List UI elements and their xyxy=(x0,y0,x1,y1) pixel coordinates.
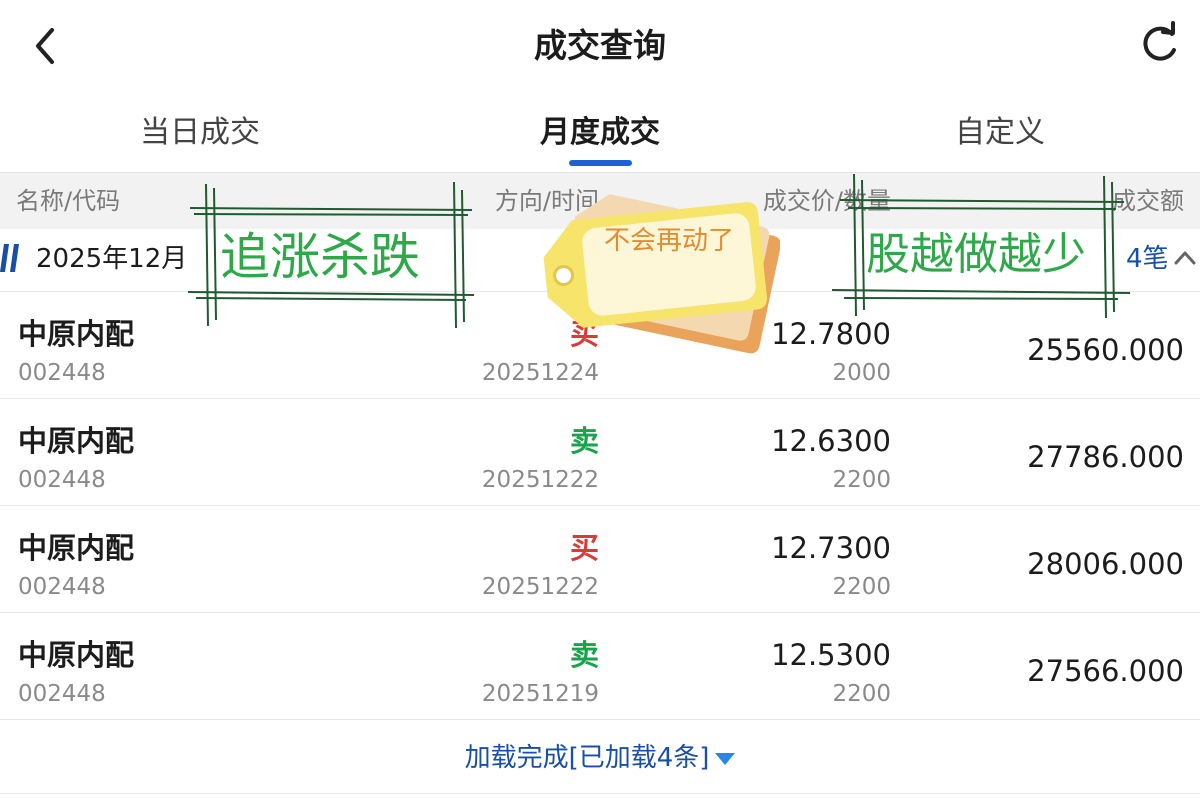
load-status-text: 加载完成[已加载4条] xyxy=(464,743,710,773)
trade-direction: 卖 xyxy=(569,424,599,458)
stock-code: 002448 xyxy=(18,360,106,386)
stock-name: 中原内配 xyxy=(18,531,135,565)
trade-quantity: 2200 xyxy=(832,467,891,493)
stock-code: 002448 xyxy=(18,574,106,600)
trade-row[interactable]: 中原内配 002448 买 20251222 12.7300 2200 2800… xyxy=(0,505,1200,613)
divider xyxy=(0,793,1200,794)
divider xyxy=(0,719,1200,720)
trade-price: 12.6300 xyxy=(771,424,891,458)
refresh-button[interactable] xyxy=(1130,20,1186,72)
column-price: 成交价/数量 xyxy=(762,187,891,215)
trade-quantity: 2200 xyxy=(832,681,891,707)
sticker-left-text: 追涨杀跌 xyxy=(220,228,420,286)
trade-price: 12.7300 xyxy=(771,531,891,565)
tab-custom[interactable]: 自定义 xyxy=(900,110,1100,156)
trade-date: 20251222 xyxy=(481,467,599,493)
trade-amount: 28006.000 xyxy=(1027,547,1184,581)
trade-quantity: 2000 xyxy=(832,360,891,386)
trade-date: 20251222 xyxy=(481,574,599,600)
trade-direction: 卖 xyxy=(569,638,599,672)
tab-today[interactable]: 当日成交 xyxy=(100,110,300,156)
tab-monthly[interactable]: 月度成交 xyxy=(500,110,700,156)
trade-quantity: 2200 xyxy=(832,574,891,600)
sticker-right-text: 股越做越少 xyxy=(866,229,1086,280)
trade-direction: 买 xyxy=(569,531,599,565)
trade-price: 12.7800 xyxy=(771,317,891,351)
stock-code: 002448 xyxy=(18,681,106,707)
trade-row[interactable]: 中原内配 002448 卖 20251219 12.5300 2200 2756… xyxy=(0,612,1200,720)
active-tab-indicator xyxy=(569,160,632,166)
trade-row[interactable]: 中原内配 002448 买 20251224 12.7800 2000 2556… xyxy=(0,291,1200,399)
load-status[interactable]: 加载完成[已加载4条] xyxy=(0,736,1200,780)
stock-name: 中原内配 xyxy=(18,638,135,672)
trade-amount: 27566.000 xyxy=(1027,654,1184,688)
caret-down-icon xyxy=(715,752,736,765)
stock-name: 中原内配 xyxy=(18,317,135,351)
stock-name: 中原内配 xyxy=(18,424,135,458)
trade-amount: 25560.000 xyxy=(1027,333,1184,367)
trade-date: 20251224 xyxy=(481,360,599,386)
group-marker-icon xyxy=(0,244,19,272)
stock-code: 002448 xyxy=(18,467,106,493)
trade-row[interactable]: 中原内配 002448 卖 20251222 12.6300 2200 2778… xyxy=(0,398,1200,506)
column-amount: 成交额 xyxy=(1112,187,1184,215)
sticker-tag-text: 不会再动了 xyxy=(603,226,734,256)
refresh-icon xyxy=(1143,21,1176,61)
page-title: 成交查询 xyxy=(534,26,666,65)
group-count: 4笔 xyxy=(1126,244,1169,274)
group-month-label: 2025年12月 xyxy=(36,244,188,274)
column-header: 名称/代码 方向/时间 成交价/数量 成交额 xyxy=(0,172,1200,229)
column-direction: 方向/时间 xyxy=(494,187,599,215)
trade-price: 12.5300 xyxy=(771,638,891,672)
trade-direction: 买 xyxy=(569,317,599,351)
chevron-up-icon[interactable] xyxy=(1172,244,1198,272)
trade-amount: 27786.000 xyxy=(1027,440,1184,474)
trade-date: 20251219 xyxy=(481,681,599,707)
column-name: 名称/代码 xyxy=(16,187,121,215)
